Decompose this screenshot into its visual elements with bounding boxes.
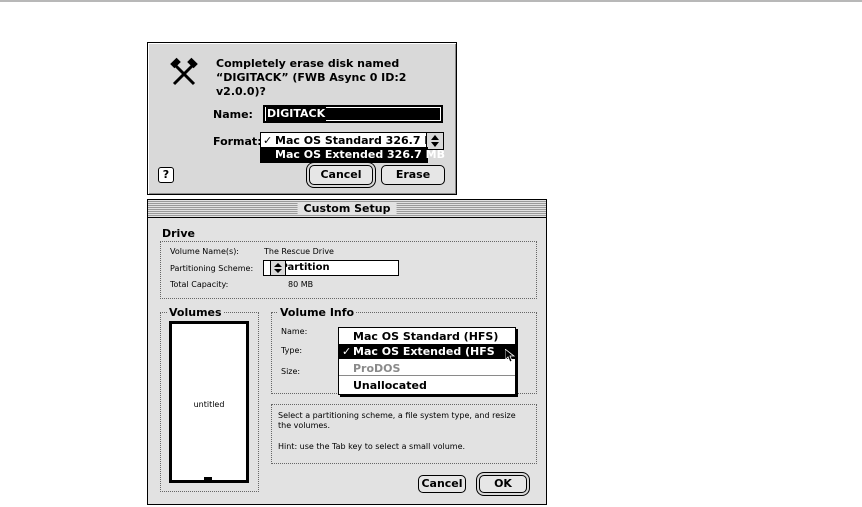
volume-label: untitled (193, 400, 225, 409)
format-option-extended[interactable]: Mac OS Extended 326.7 MB (275, 148, 445, 161)
format-option-extended-row[interactable]: Mac OS Extended 326.7 MB (260, 147, 445, 163)
erase-message-line1: Completely erase disk named (216, 57, 400, 70)
menu-separator (339, 375, 515, 376)
type-label: Type: (281, 346, 303, 355)
hint-text: Hint: use the Tab key to select a small … (278, 442, 466, 451)
menu-item-hfs[interactable]: Mac OS Standard (HFS) (339, 329, 515, 344)
menu-item-prodos: ProDOS (353, 362, 401, 375)
menu-item-hfs-plus[interactable]: ✓ Mac OS Extended (HFS Plus) (339, 344, 515, 373)
mouse-pointer-icon (505, 349, 515, 363)
format-option-standard[interactable]: Mac OS Standard 326.7 MB (275, 134, 444, 147)
volume-info-header: Volume Info (278, 306, 357, 319)
erase-message-line2: “DIGITACK” (FWB Async 0 ID:2 v2.0.0)? (216, 71, 407, 98)
erase-disk-dialog: Completely erase disk named “DIGITACK” (… (147, 42, 457, 195)
top-divider (0, 0, 862, 2)
disk-name-value: DIGITACK (266, 107, 327, 121)
type-menu[interactable]: Mac OS Standard (HFS) ✓ Mac OS Extended … (338, 327, 516, 395)
menu-item-unallocated[interactable]: Unallocated (339, 378, 515, 393)
hammer-icon (168, 57, 200, 89)
ok-button[interactable]: OK (479, 475, 527, 493)
name-label: Name: (213, 108, 253, 121)
erase-message: Completely erase disk named “DIGITACK” (… (216, 57, 456, 99)
volume-map[interactable]: untitled (169, 321, 249, 483)
help-text: Select a partitioning scheme, a file sys… (278, 411, 516, 430)
disk-name-input[interactable]: DIGITACK (263, 105, 443, 123)
size-label: Size: (281, 367, 301, 376)
cancel-button[interactable]: Cancel (309, 165, 373, 185)
volume-names-value: The Rescue Drive (264, 247, 334, 256)
partitioning-label: Partitioning Scheme: (170, 264, 254, 273)
resize-handle[interactable] (204, 477, 212, 482)
setup-cancel-button[interactable]: Cancel (418, 475, 466, 493)
erase-button[interactable]: Erase (381, 165, 445, 185)
capacity-label: Total Capacity: (170, 280, 229, 289)
drive-header: Drive (162, 227, 195, 240)
check-icon: ✓ (342, 345, 352, 358)
check-icon: ✓ (263, 134, 273, 147)
title-bar[interactable]: Custom Setup (148, 200, 546, 218)
custom-setup-window: Custom Setup Drive Volume Name(s): The R… (147, 199, 547, 505)
partitioning-popup[interactable]: 1 Partition (263, 260, 399, 276)
help-icon[interactable]: ? (158, 167, 174, 183)
popup-arrows-icon (270, 260, 286, 276)
format-label: Format: (213, 135, 262, 148)
volumes-header: Volumes (167, 306, 224, 319)
capacity-value: 80 MB (288, 280, 314, 289)
volume-names-label: Volume Name(s): (170, 247, 240, 256)
window-title: Custom Setup (297, 202, 397, 215)
name-label: Name: (281, 327, 308, 336)
